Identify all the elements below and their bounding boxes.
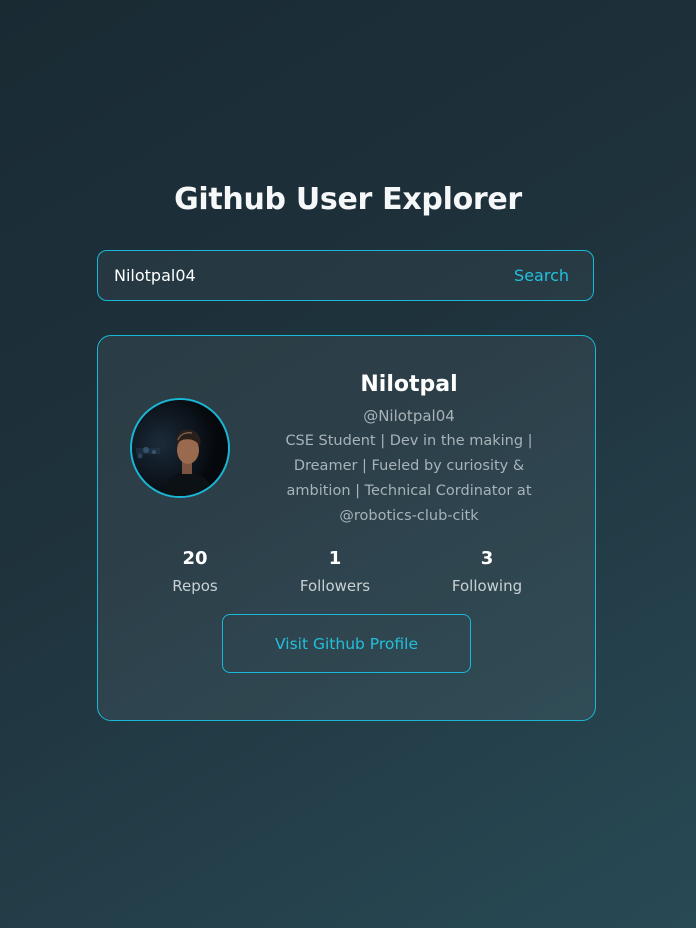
search-button[interactable]: Search [514, 266, 569, 285]
stat-repos-value: 20 [182, 548, 208, 569]
search-bar: Search [97, 250, 594, 301]
page-title: Github User Explorer [174, 182, 522, 217]
stat-following-value: 3 [480, 548, 494, 569]
stat-followers-value: 1 [328, 548, 342, 569]
stat-following: 3 Following [417, 544, 557, 598]
user-login: @Nilotpal04 [363, 407, 455, 425]
stat-following-label: Following [451, 577, 523, 595]
profile-card: Nilotpal @Nilotpal04 CSE Student | Dev i… [97, 335, 596, 721]
visit-profile-button[interactable]: Visit Github Profile [222, 614, 471, 673]
user-bio: CSE Student | Dev in the making | Dreame… [285, 433, 533, 524]
stat-repos-label: Repos [172, 577, 218, 595]
stats-row: 20 Repos 1 Followers 3 Following [98, 544, 595, 604]
stat-followers: 1 Followers [265, 544, 405, 598]
user-photo-icon [132, 400, 228, 496]
stat-followers-label: Followers [299, 577, 371, 595]
search-input[interactable] [114, 266, 515, 285]
profile-info: Nilotpal @Nilotpal04 CSE Student | Dev i… [264, 368, 554, 529]
stat-repos: 20 Repos [125, 544, 265, 598]
user-name: Nilotpal [360, 372, 458, 397]
avatar [130, 398, 230, 498]
